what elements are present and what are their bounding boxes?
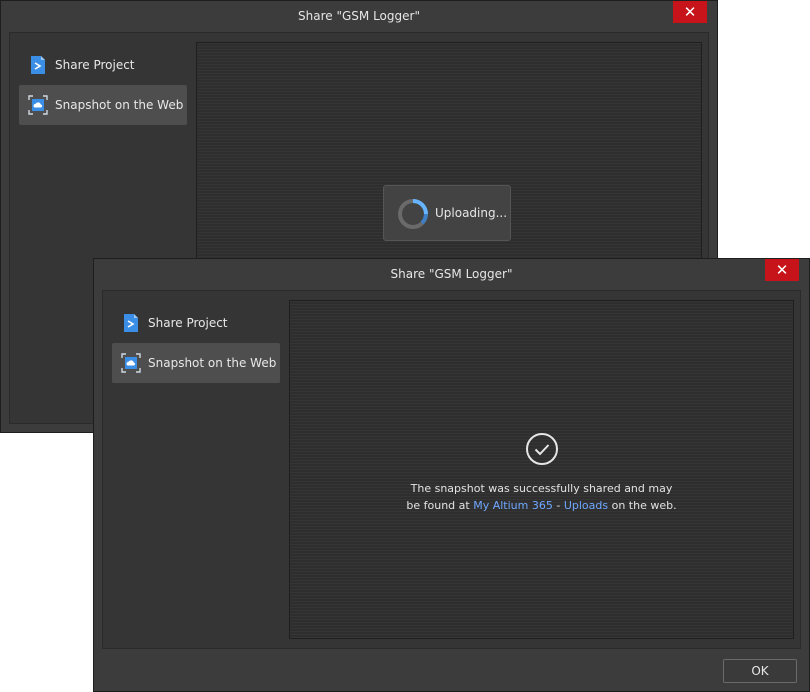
success-text: The snapshot was successfully shared and… bbox=[290, 480, 793, 514]
nav-item-share-project[interactable]: Share Project bbox=[112, 303, 280, 343]
success-line-2: be found at My Altium 365 - Uploads on t… bbox=[290, 497, 793, 514]
uploading-indicator: Uploading... bbox=[383, 185, 511, 241]
success-message: The snapshot was successfully shared and… bbox=[290, 432, 793, 514]
nav-item-share-project[interactable]: Share Project bbox=[19, 45, 187, 85]
nav-item-snapshot-web[interactable]: Snapshot on the Web bbox=[112, 343, 280, 383]
checkmark-circle-icon bbox=[525, 433, 558, 465]
close-button[interactable]: ✕ bbox=[673, 1, 707, 23]
nav-item-label: Share Project bbox=[148, 316, 228, 330]
dialog-title: Share "GSM Logger" bbox=[298, 9, 420, 23]
uploads-link[interactable]: Uploads bbox=[564, 499, 608, 512]
link-separator: - bbox=[552, 499, 564, 512]
ok-button[interactable]: OK bbox=[723, 659, 797, 683]
nav-item-label: Snapshot on the Web bbox=[148, 356, 277, 370]
dialog-titlebar[interactable]: Share "GSM Logger" bbox=[94, 259, 809, 289]
dialog-client-area: Share Project Snapshot on the Web The sn… bbox=[102, 290, 801, 649]
nav-item-label: Share Project bbox=[55, 58, 135, 72]
nav-item-snapshot-web[interactable]: Snapshot on the Web bbox=[19, 85, 187, 125]
uploading-label: Uploading... bbox=[435, 206, 508, 220]
my-altium-link[interactable]: My Altium 365 bbox=[473, 499, 553, 512]
share-project-icon bbox=[124, 314, 138, 332]
snapshot-web-icon bbox=[121, 353, 141, 373]
share-dialog-success: Share "GSM Logger" ✕ Share Project Snaps… bbox=[93, 258, 810, 692]
success-prefix: be found at bbox=[406, 499, 474, 512]
dialog-title: Share "GSM Logger" bbox=[390, 267, 513, 281]
dialog-titlebar[interactable]: Share "GSM Logger" bbox=[1, 1, 717, 31]
share-project-icon bbox=[31, 56, 45, 74]
content-panel: The snapshot was successfully shared and… bbox=[289, 300, 794, 639]
close-button[interactable]: ✕ bbox=[765, 259, 799, 281]
loading-spinner-icon bbox=[398, 199, 428, 229]
nav-item-label: Snapshot on the Web bbox=[55, 98, 184, 112]
success-suffix: on the web. bbox=[608, 499, 677, 512]
success-line-1: The snapshot was successfully shared and… bbox=[410, 482, 673, 495]
snapshot-web-icon bbox=[28, 95, 48, 115]
